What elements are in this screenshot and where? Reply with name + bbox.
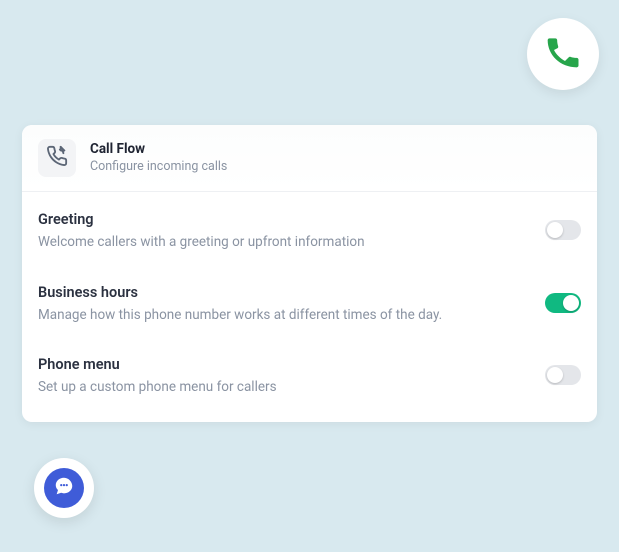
setting-desc-business-hours: Manage how this phone number works at di…: [38, 305, 442, 325]
toggle-business-hours[interactable]: [545, 293, 581, 313]
toggle-greeting[interactable]: [545, 220, 581, 240]
chat-fab[interactable]: [34, 458, 94, 518]
phone-icon: [543, 32, 583, 76]
setting-text: Greeting Welcome callers with a greeting…: [38, 210, 385, 253]
phone-badge: [527, 18, 599, 90]
setting-desc-phone-menu: Set up a custom phone menu for callers: [38, 377, 277, 397]
chat-icon: [53, 475, 75, 501]
setting-desc-greeting: Welcome callers with a greeting or upfro…: [38, 232, 365, 252]
card-title: Call Flow: [90, 141, 227, 159]
header-icon-box: [38, 139, 76, 177]
toggle-knob: [547, 222, 563, 238]
toggle-knob: [563, 295, 579, 311]
card-header: Call Flow Configure incoming calls: [22, 125, 597, 192]
setting-row-business-hours: Business hours Manage how this phone num…: [22, 271, 597, 344]
toggle-knob: [547, 367, 563, 383]
setting-row-phone-menu: Phone menu Set up a custom phone menu fo…: [22, 343, 597, 422]
header-text: Call Flow Configure incoming calls: [90, 141, 227, 176]
toggle-phone-menu[interactable]: [545, 365, 581, 385]
setting-text: Phone menu Set up a custom phone menu fo…: [38, 355, 297, 398]
incoming-call-icon: [46, 145, 68, 171]
card-subtitle: Configure incoming calls: [90, 159, 227, 175]
setting-title-greeting: Greeting: [38, 210, 365, 230]
setting-title-phone-menu: Phone menu: [38, 355, 277, 375]
setting-title-business-hours: Business hours: [38, 283, 442, 303]
setting-row-greeting: Greeting Welcome callers with a greeting…: [22, 192, 597, 271]
chat-fab-inner: [44, 468, 84, 508]
setting-text: Business hours Manage how this phone num…: [38, 283, 462, 326]
call-flow-card: Call Flow Configure incoming calls Greet…: [22, 125, 597, 422]
